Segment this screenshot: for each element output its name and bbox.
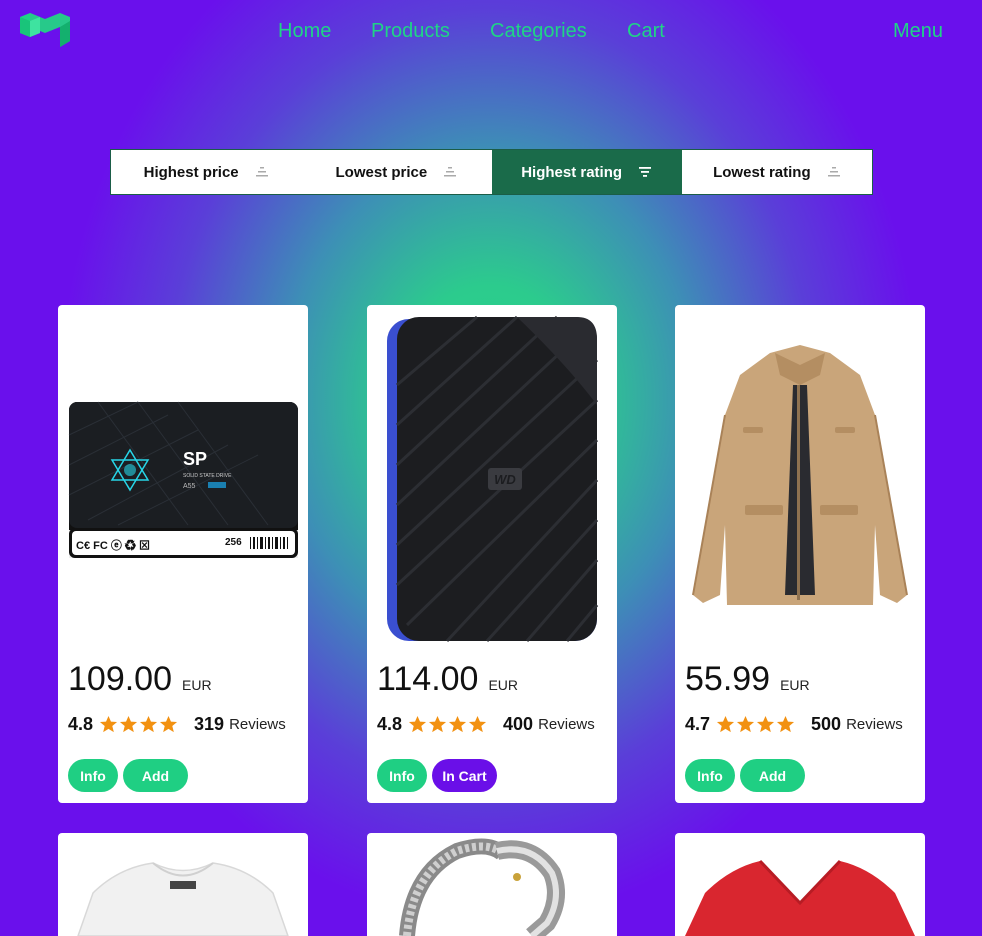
star-icon	[448, 715, 467, 733]
nav-categories[interactable]: Categories	[490, 20, 587, 43]
price-amount: 109.00	[68, 660, 172, 698]
add-to-cart-button[interactable]: Add	[123, 759, 188, 792]
rating: 4.7 500 Reviews	[685, 714, 903, 735]
svg-text:256: 256	[225, 537, 242, 548]
star-icon	[756, 715, 775, 733]
star-icon	[776, 715, 795, 733]
sort-label: Highest rating	[521, 163, 623, 181]
reviews-label: Reviews	[229, 716, 286, 733]
price-amount: 55.99	[685, 660, 771, 698]
star-icon	[119, 715, 138, 733]
sort-label: Highest price	[143, 163, 239, 181]
star-icon	[716, 715, 735, 733]
external-hard-drive-image[interactable]: WD	[367, 305, 617, 650]
in-cart-button[interactable]: In Cart	[432, 759, 497, 792]
rating-stars	[716, 715, 795, 734]
nav-home[interactable]: Home	[278, 20, 331, 43]
price: 109.00 EUR	[68, 660, 212, 699]
rating-score: 4.7	[685, 714, 711, 734]
ssd-drive-image[interactable]: SP SOLID STATE DRIVE A55 C€ FC ⓔ ♻ ⊠ 256	[58, 305, 308, 650]
reviews-count: 400	[503, 714, 534, 734]
sort-highest-price[interactable]: Highest price	[111, 150, 301, 194]
sort-lowest-rating[interactable]: Lowest rating	[682, 150, 872, 194]
sort-icon	[827, 167, 840, 177]
star-icon	[428, 715, 447, 733]
product-card: WD 114.00 EUR 4.8 400 Reviews Info In Ca…	[367, 305, 617, 803]
price-amount: 114.00	[377, 660, 479, 698]
sort-lowest-price[interactable]: Lowest price	[301, 150, 491, 194]
star-icon	[468, 715, 487, 733]
sort-label: Lowest rating	[713, 163, 811, 181]
price-currency: EUR	[182, 677, 212, 693]
star-icon	[159, 715, 178, 733]
svg-text:C€ FC ⓔ ♻ ⊠: C€ FC ⓔ ♻ ⊠	[76, 538, 150, 552]
reviews-count: 500	[811, 714, 842, 734]
star-icon	[408, 715, 427, 733]
price-currency: EUR	[780, 677, 810, 693]
sort-bar: Highest price Lowest price Highest ratin…	[110, 149, 873, 195]
red-vneck-shirt-image[interactable]	[675, 833, 925, 936]
product-card	[675, 833, 925, 936]
star-icon	[139, 715, 158, 733]
svg-text:SP: SP	[183, 449, 207, 469]
main-nav: Home Products Categories Cart Menu	[0, 20, 982, 44]
rating: 4.8 400 Reviews	[377, 714, 595, 735]
product-card: 55.99 EUR 4.7 500 Reviews Info Add	[675, 305, 925, 803]
rating: 4.8 319 Reviews	[68, 714, 286, 735]
reviews-label: Reviews	[846, 716, 903, 733]
add-to-cart-button[interactable]: Add	[740, 759, 805, 792]
info-button[interactable]: Info	[377, 759, 427, 792]
svg-text:A55: A55	[183, 483, 196, 490]
svg-text:WD: WD	[494, 472, 516, 487]
sort-label: Lowest price	[335, 163, 428, 181]
info-button[interactable]: Info	[68, 759, 118, 792]
sort-highest-rating[interactable]: Highest rating	[491, 150, 682, 194]
rating-score: 4.8	[68, 714, 94, 734]
product-card	[58, 833, 308, 936]
price: 55.99 EUR	[685, 660, 810, 699]
khaki-jacket-image[interactable]	[675, 305, 925, 650]
product-card	[367, 833, 617, 936]
reviews-count: 319	[194, 714, 225, 734]
rating-stars	[408, 715, 487, 734]
nav-cart[interactable]: Cart	[627, 20, 665, 43]
svg-text:SOLID STATE DRIVE: SOLID STATE DRIVE	[183, 473, 232, 479]
silver-dragon-bracelet-image[interactable]	[367, 833, 617, 936]
sort-icon	[444, 167, 457, 177]
product-card: SP SOLID STATE DRIVE A55 C€ FC ⓔ ♻ ⊠ 256…	[58, 305, 308, 803]
menu-button[interactable]: Menu	[893, 20, 943, 43]
price: 114.00 EUR	[377, 660, 518, 699]
nav-products[interactable]: Products	[371, 20, 450, 43]
rating-stars	[99, 715, 178, 734]
white-top-image[interactable]	[58, 833, 308, 936]
star-icon	[99, 715, 118, 733]
price-currency: EUR	[488, 677, 519, 693]
info-button[interactable]: Info	[685, 759, 735, 792]
rating-score: 4.8	[377, 714, 403, 734]
star-icon	[736, 715, 755, 733]
sort-icon	[255, 167, 268, 177]
reviews-label: Reviews	[538, 716, 595, 733]
sort-filter-icon	[639, 167, 652, 177]
